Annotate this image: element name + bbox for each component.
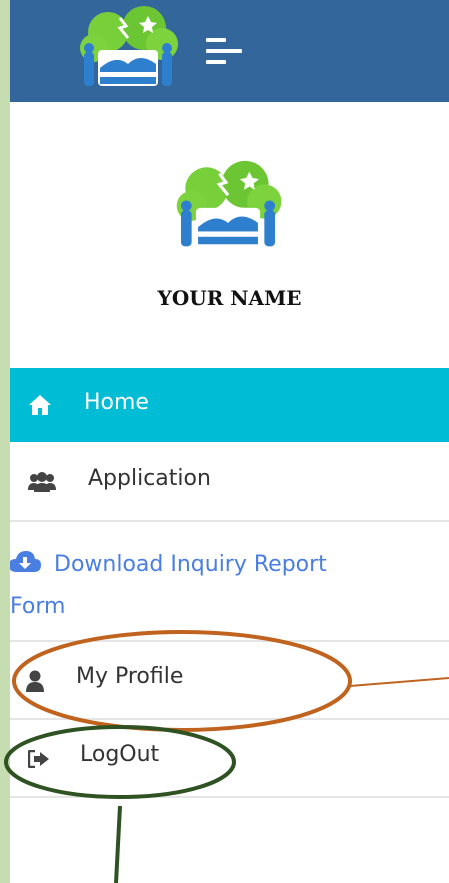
user-name: YOUR NAME bbox=[157, 286, 302, 310]
nav-item-logout[interactable]: LogOut bbox=[10, 720, 449, 798]
nav-item-label: My Profile bbox=[76, 664, 184, 689]
home-icon bbox=[29, 395, 51, 415]
nav-item-label: Home bbox=[84, 390, 149, 415]
sign-out-icon bbox=[28, 750, 49, 768]
user-icon bbox=[26, 670, 44, 692]
nav-item-label: LogOut bbox=[80, 742, 160, 767]
nav-item-label: Download Inquiry Report Form bbox=[10, 552, 327, 619]
nav-item-label: Application bbox=[88, 466, 211, 491]
users-icon bbox=[28, 472, 56, 492]
nav-item-my-profile[interactable]: My Profile bbox=[10, 642, 449, 720]
top-bar bbox=[10, 0, 449, 102]
nav-item-home[interactable]: Home bbox=[10, 368, 449, 442]
sidebar-panel: YOUR NAME Home Application Download Inqu… bbox=[10, 0, 449, 883]
nav-item-application[interactable]: Application bbox=[10, 444, 449, 522]
app-logo-icon bbox=[176, 160, 282, 247]
app-logo-icon[interactable] bbox=[70, 6, 186, 96]
hamburger-icon[interactable] bbox=[206, 38, 246, 68]
nav-item-download-inquiry-report[interactable]: Download Inquiry Report Form bbox=[10, 522, 449, 642]
